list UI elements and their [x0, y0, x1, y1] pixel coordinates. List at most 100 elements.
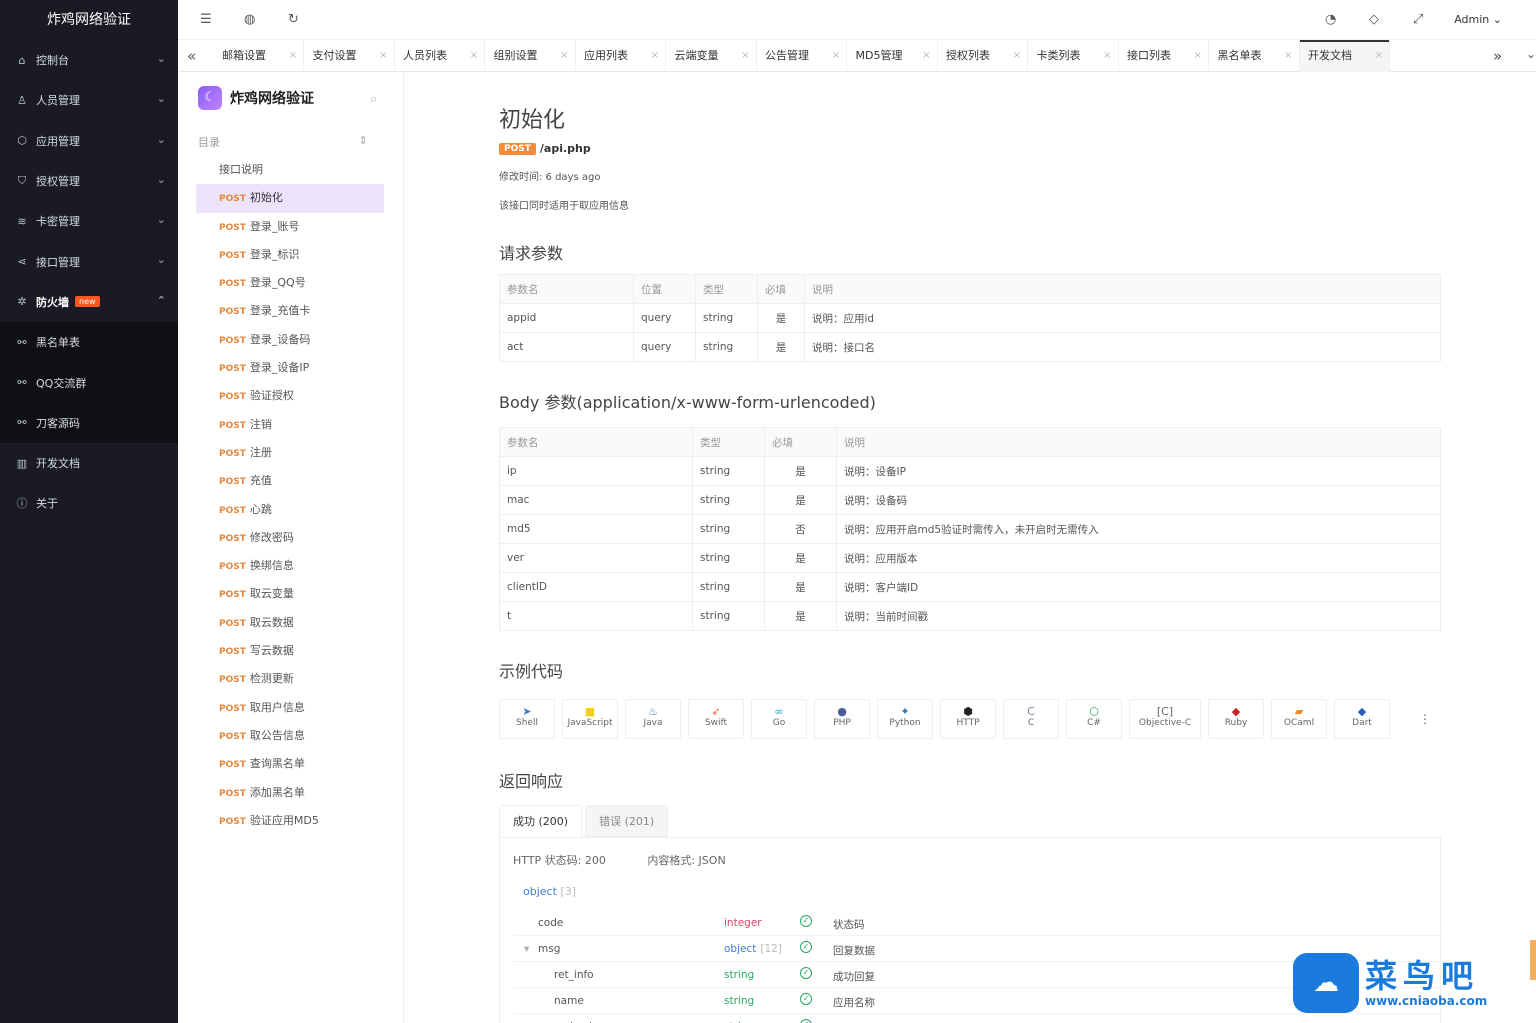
language-tab[interactable]: ➤ Shell [499, 699, 555, 739]
expand-icon[interactable]: ▾ [524, 943, 529, 955]
language-tab[interactable]: CC [1003, 699, 1059, 739]
tabs-dropdown-icon[interactable]: ⌄ [1526, 47, 1536, 61]
language-tab[interactable]: ⬡ C# [1066, 699, 1122, 739]
tab[interactable]: 人员列表 × [395, 40, 485, 72]
tab[interactable]: 授权列表 × [938, 40, 1028, 72]
close-icon[interactable]: × [741, 40, 749, 72]
tabs-prev-icon[interactable]: « [187, 47, 196, 65]
dashboard-icon[interactable]: ◔ [1325, 12, 1336, 27]
tab[interactable]: 云端变量 × [667, 40, 757, 72]
sidebar-item[interactable]: ⛉ 授权管理 ⌄ [0, 161, 178, 201]
collapse-icon[interactable]: ⇕ [359, 134, 368, 147]
tab[interactable]: 卡类列表 × [1029, 40, 1119, 72]
close-icon[interactable]: × [832, 40, 840, 72]
toc-item[interactable]: POST 查询黑名单 [196, 750, 384, 778]
close-icon[interactable]: × [560, 40, 568, 72]
language-tab[interactable]: ● PHP [814, 699, 870, 739]
sidebar-item[interactable]: ✲ 防火墙 new ⌃ [0, 282, 178, 322]
tab[interactable]: 接口列表 × [1119, 40, 1209, 72]
schema-root[interactable]: object [3] [523, 885, 576, 898]
sidebar-item[interactable]: ⓘ 关于 [0, 483, 178, 523]
close-icon[interactable]: × [1013, 40, 1021, 72]
tab[interactable]: 邮箱设置 × [214, 40, 304, 72]
toc-item[interactable]: POST 修改密码 [196, 524, 384, 552]
tab[interactable]: 支付设置 × [305, 40, 395, 72]
tabs-next-icon[interactable]: » [1493, 47, 1502, 65]
toc-item[interactable]: POST 心跳 [196, 496, 384, 524]
close-icon[interactable]: × [1284, 40, 1292, 72]
table-row: ip string 是说明：设备IP [499, 456, 1441, 486]
tab[interactable]: 开发文档 × [1300, 40, 1390, 72]
tag-icon[interactable]: ◇ [1369, 12, 1379, 27]
toc-item[interactable]: POST 取云变量 [196, 580, 384, 608]
toc-item[interactable]: POST 换绑信息 [196, 552, 384, 580]
toc-item[interactable]: POST 登录_设备IP [196, 354, 384, 382]
more-icon[interactable]: ⋮ [1419, 712, 1431, 726]
sidebar-item[interactable]: ⋖ 接口管理 ⌄ [0, 241, 178, 281]
sidebar-item[interactable]: ⌂ 控制台 ⌄ [0, 40, 178, 80]
toc-item[interactable]: POST 取用户信息 [196, 694, 384, 722]
sidebar-item[interactable]: ♙ 人员管理 ⌄ [0, 80, 178, 120]
tab[interactable]: 组别设置 × [486, 40, 576, 72]
language-tab[interactable]: ◆ Dart [1334, 699, 1390, 739]
close-icon[interactable]: × [379, 40, 387, 72]
sidebar-item[interactable]: ⚯ 刀客源码 [0, 402, 178, 443]
close-icon[interactable]: × [1194, 40, 1202, 72]
user-menu[interactable]: Admin ⌄ [1454, 13, 1502, 26]
close-icon[interactable]: × [1103, 40, 1111, 72]
toc-header[interactable]: 目录 ⇕ [198, 134, 378, 150]
menu-fold-icon[interactable]: ☰ [200, 12, 212, 27]
toc-item[interactable]: POST 登录_充值卡 [196, 297, 384, 325]
toc-item[interactable]: POST 登录_QQ号 [196, 269, 384, 297]
toc-item[interactable]: POST 登录_账号 [196, 213, 384, 241]
tab[interactable]: 应用列表 × [576, 40, 666, 72]
toc-item[interactable]: POST 注册 [196, 439, 384, 467]
toc-item[interactable]: POST 添加黑名单 [196, 779, 384, 807]
sidebar-brand[interactable]: 炸鸡网络验证 [0, 0, 178, 40]
language-tab[interactable]: ⬢ HTTP [940, 699, 996, 739]
language-tab[interactable]: ♨ Java [625, 699, 681, 739]
toc-item[interactable]: POST 注销 [196, 411, 384, 439]
close-icon[interactable]: × [922, 40, 930, 72]
language-tab[interactable]: ∞ Go [751, 699, 807, 739]
sample-code-title: 示例代码 [499, 662, 564, 681]
scrollbar[interactable] [1530, 940, 1536, 980]
response-tab[interactable]: 错误 (201) [585, 805, 669, 837]
language-tab[interactable]: ■ JavaScript [562, 699, 618, 739]
refresh-icon[interactable]: ↻ [288, 12, 299, 27]
fullscreen-icon[interactable]: ⤢ [1413, 12, 1423, 27]
doc-logo[interactable]: ☾ 炸鸡网络验证 [198, 86, 314, 110]
language-tab[interactable]: ✦ Python [877, 699, 933, 739]
toc-item[interactable]: POST 验证应用MD5 [196, 807, 384, 835]
toc-item[interactable]: POST 验证授权 [196, 382, 384, 410]
language-tab[interactable]: [C] Objective-C [1129, 699, 1201, 739]
toc-item[interactable]: 接口说明 [196, 156, 384, 184]
search-icon[interactable]: ⌕ [370, 92, 377, 107]
language-tab[interactable]: ▰ OCaml [1271, 699, 1327, 739]
close-icon[interactable]: × [1375, 40, 1383, 72]
toc-item[interactable]: POST 初始化 [196, 184, 384, 213]
close-icon[interactable]: × [651, 40, 659, 72]
close-icon[interactable]: × [289, 40, 297, 72]
sidebar-item[interactable]: ⬡ 应用管理 ⌄ [0, 121, 178, 161]
toc-item[interactable]: POST 取公告信息 [196, 722, 384, 750]
sidebar-item[interactable]: ▥ 开发文档 [0, 443, 178, 483]
response-tab[interactable]: 成功 (200) [499, 805, 583, 837]
language-icon: [C] [1156, 705, 1174, 718]
sidebar-item[interactable]: ⚯ QQ交流群 [0, 362, 178, 403]
tab[interactable]: 公告管理 × [757, 40, 847, 72]
language-tab[interactable]: ◆ Ruby [1208, 699, 1264, 739]
tab[interactable]: MD5管理 × [848, 40, 938, 72]
sidebar-item[interactable]: ≋ 卡密管理 ⌄ [0, 201, 178, 241]
close-icon[interactable]: × [470, 40, 478, 72]
toc-item[interactable]: POST 充值 [196, 467, 384, 495]
toc-item[interactable]: POST 检测更新 [196, 665, 384, 693]
sidebar-item[interactable]: ⚯ 黑名单表 [0, 322, 178, 363]
toc-item[interactable]: POST 登录_设备码 [196, 326, 384, 354]
toc-item[interactable]: POST 登录_标识 [196, 241, 384, 269]
toc-item[interactable]: POST 写云数据 [196, 637, 384, 665]
globe-icon[interactable]: ◍ [244, 12, 255, 27]
tab[interactable]: 黑名单表 × [1210, 40, 1300, 72]
toc-item[interactable]: POST 取云数据 [196, 609, 384, 637]
language-tab[interactable]: ➶ Swift [688, 699, 744, 739]
